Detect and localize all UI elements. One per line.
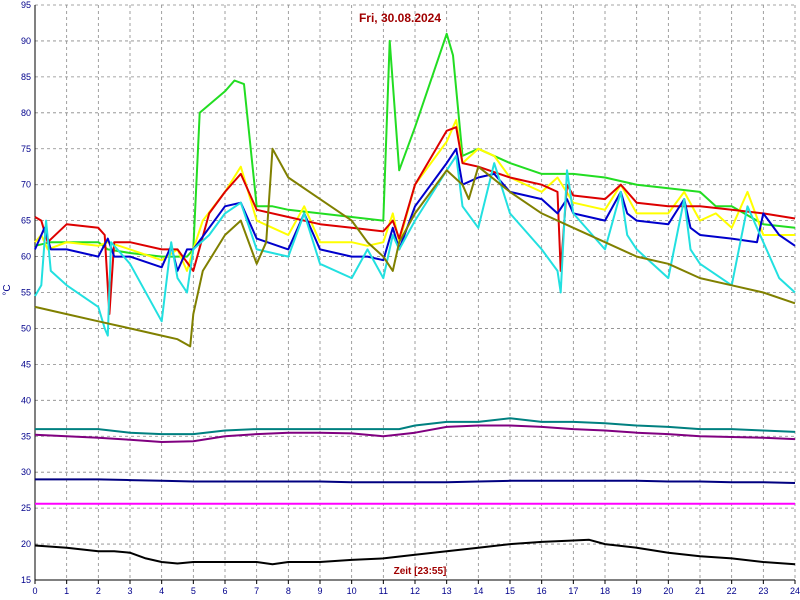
y-tick-label: 45 — [21, 359, 31, 369]
x-tick-label: 11 — [379, 586, 388, 596]
x-tick-label: 7 — [254, 586, 259, 596]
y-tick-label: 55 — [21, 288, 31, 298]
y-axis-label: °C — [2, 284, 13, 295]
x-tick-label: 3 — [127, 586, 132, 596]
y-tick-label: 80 — [21, 108, 31, 118]
y-tick-label: 65 — [21, 216, 31, 226]
x-tick-label: 24 — [790, 586, 800, 596]
temperature-chart: 1520253035404550556065707580859095 01234… — [0, 0, 800, 600]
y-tick-label: 95 — [21, 0, 31, 10]
y-tick-label: 25 — [21, 503, 31, 513]
x-tick-label: 12 — [410, 586, 420, 596]
x-tick-label: 5 — [191, 586, 196, 596]
x-tick-label: 16 — [537, 586, 547, 596]
y-tick-label: 70 — [21, 180, 31, 190]
x-tick-label: 4 — [159, 586, 164, 596]
x-tick-label: 6 — [222, 586, 227, 596]
x-tick-label: 23 — [758, 586, 768, 596]
y-tick-label: 85 — [21, 72, 31, 82]
y-tick-label: 90 — [21, 36, 31, 46]
x-tick-label: 8 — [286, 586, 291, 596]
x-tick-label: 0 — [32, 586, 37, 596]
chart-title: Fri, 30.08.2024 — [359, 11, 441, 25]
x-tick-label: 19 — [632, 586, 642, 596]
x-tick-label: 15 — [505, 586, 515, 596]
x-tick-label: 18 — [600, 586, 610, 596]
x-tick-label: 2 — [96, 586, 101, 596]
x-tick-label: 17 — [568, 586, 578, 596]
x-tick-label: 10 — [347, 586, 357, 596]
y-tick-label: 75 — [21, 144, 31, 154]
x-tick-label: 13 — [442, 586, 452, 596]
y-tick-label: 35 — [21, 431, 31, 441]
x-tick-label: 14 — [473, 586, 483, 596]
x-tick-label: 22 — [727, 586, 737, 596]
x-tick-label: 9 — [317, 586, 322, 596]
x-axis-label: Zeit [23:55] — [394, 566, 447, 577]
y-tick-label: 15 — [21, 575, 31, 585]
y-tick-label: 30 — [21, 467, 31, 477]
x-tick-label: 21 — [695, 586, 705, 596]
y-tick-label: 50 — [21, 323, 31, 333]
y-tick-label: 20 — [21, 539, 31, 549]
x-tick-label: 20 — [663, 586, 673, 596]
x-tick-label: 1 — [64, 586, 69, 596]
y-tick-label: 40 — [21, 395, 31, 405]
y-tick-label: 60 — [21, 252, 31, 262]
chart-background — [0, 0, 800, 600]
